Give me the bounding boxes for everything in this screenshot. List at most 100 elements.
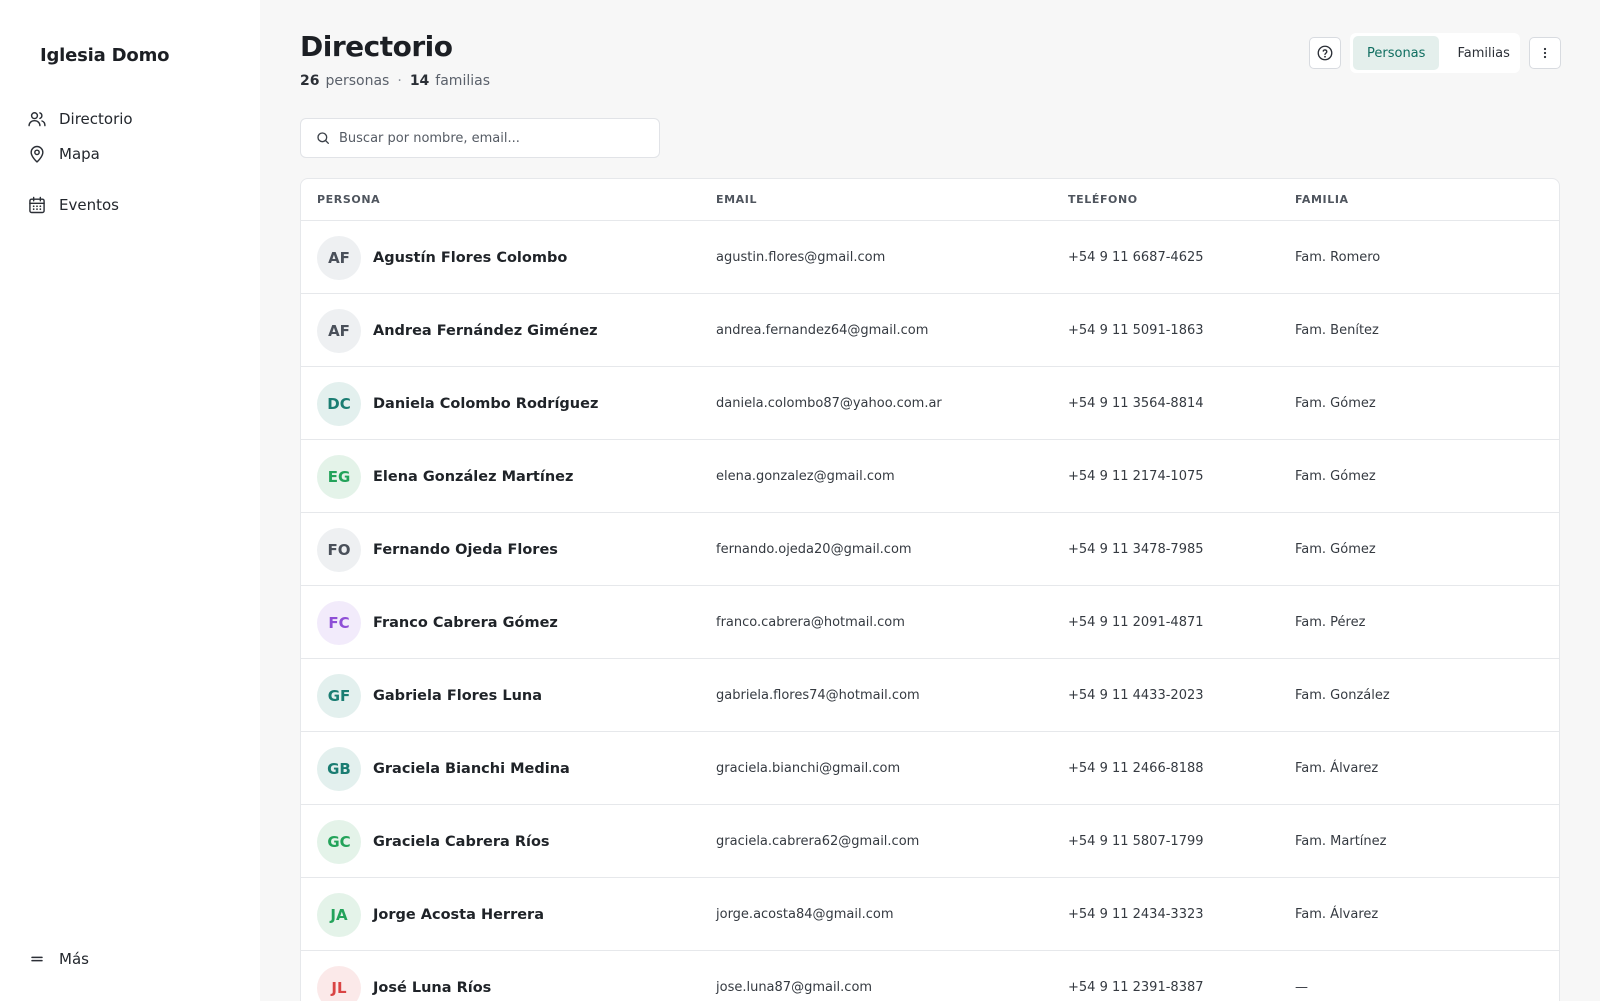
people-label: personas xyxy=(325,73,390,89)
column-header-familia: FAMILIA xyxy=(1295,193,1349,206)
summary-separator: · xyxy=(397,73,402,89)
avatar: EG xyxy=(317,455,361,499)
sidebar-item-mas[interactable]: Más xyxy=(27,946,89,972)
sidebar-item-mapa[interactable]: Mapa xyxy=(27,141,100,167)
person-email: daniela.colombo87@yahoo.com.ar xyxy=(716,396,942,411)
person-family: Fam. González xyxy=(1295,688,1390,703)
person-name: Fernando Ojeda Flores xyxy=(373,541,558,558)
more-vertical-icon xyxy=(1543,47,1547,59)
avatar: FC xyxy=(317,601,361,645)
table-body: AF Agustín Flores Colombo agustin.flores@g… xyxy=(301,221,1559,1001)
calendar-icon xyxy=(29,196,45,214)
person-family: Fam. Martínez xyxy=(1295,834,1387,849)
person-name: José Luna Ríos xyxy=(373,979,492,996)
person-email: jorge.acosta84@gmail.com xyxy=(716,907,894,922)
page-title: Directorio xyxy=(300,30,453,63)
person-family: — xyxy=(1295,980,1308,995)
table-row[interactable]: AF Andrea Fernández Giménez andrea.fernand… xyxy=(301,294,1559,367)
person-phone: +54 9 11 5091-1863 xyxy=(1068,323,1204,338)
person-email: fernando.ojeda20@gmail.com xyxy=(716,542,912,557)
person-name: Elena González Martínez xyxy=(373,468,574,485)
person-phone: +54 9 11 4433-2023 xyxy=(1068,688,1204,703)
toggle-personas[interactable]: Personas xyxy=(1353,36,1440,70)
help-button[interactable] xyxy=(1309,37,1341,69)
person-name: Franco Cabrera Gómez xyxy=(373,614,558,631)
main-content: Directorio 26 personas · 14 familias Per… xyxy=(260,0,1600,1001)
person-email: jose.luna87@gmail.com xyxy=(716,980,873,995)
menu-lines-icon xyxy=(31,956,43,962)
column-header-persona: PERSONA xyxy=(317,193,381,206)
sidebar-item-eventos[interactable]: Eventos xyxy=(27,192,119,218)
sidebar-item-directorio[interactable]: Directorio xyxy=(27,106,133,132)
avatar: AF xyxy=(317,236,361,280)
person-email: elena.gonzalez@gmail.com xyxy=(716,469,895,484)
person-phone: +54 9 11 5807-1799 xyxy=(1068,834,1204,849)
users-icon xyxy=(28,112,46,127)
avatar: DC xyxy=(317,382,361,426)
table-row[interactable]: DC Daniela Colombo Rodríguez daniela.colom… xyxy=(301,367,1559,440)
person-family: Fam. Benítez xyxy=(1295,323,1379,338)
person-name: Gabriela Flores Luna xyxy=(373,687,542,704)
person-email: graciela.bianchi@gmail.com xyxy=(716,761,901,776)
column-header-telefono: TELÉFONO xyxy=(1068,193,1138,206)
person-phone: +54 9 11 2174-1075 xyxy=(1068,469,1204,484)
help-circle-icon xyxy=(1317,45,1333,61)
avatar: FO xyxy=(317,528,361,572)
sidebar-item-label: Más xyxy=(59,950,89,968)
table-row[interactable]: JL José Luna Ríos jose.luna87@gmail.com +54… xyxy=(301,951,1559,1001)
avatar: AF xyxy=(317,309,361,353)
search-input[interactable] xyxy=(339,130,649,146)
avatar: GC xyxy=(317,820,361,864)
person-email: gabriela.flores74@hotmail.com xyxy=(716,688,920,703)
sidebar-item-label: Directorio xyxy=(59,110,133,128)
search-box xyxy=(300,118,660,158)
map-pin-icon xyxy=(30,145,44,163)
person-email: graciela.cabrera62@gmail.com xyxy=(716,834,920,849)
table-row[interactable]: GB Graciela Bianchi Medina graciela.bianch… xyxy=(301,732,1559,805)
person-name: Agustín Flores Colombo xyxy=(373,249,568,266)
table-row[interactable]: FO Fernando Ojeda Flores fernando.ojeda20@… xyxy=(301,513,1559,586)
person-family: Fam. Gómez xyxy=(1295,469,1376,484)
sidebar-item-label: Mapa xyxy=(59,145,100,163)
more-options-button[interactable] xyxy=(1529,37,1561,69)
person-email: agustin.flores@gmail.com xyxy=(716,250,886,265)
person-family: Fam. Álvarez xyxy=(1295,907,1379,922)
person-email: franco.cabrera@hotmail.com xyxy=(716,615,905,630)
person-phone: +54 9 11 3478-7985 xyxy=(1068,542,1204,557)
person-name: Andrea Fernández Giménez xyxy=(373,322,598,339)
table-row[interactable]: GC Graciela Cabrera Ríos graciela.cabrera6… xyxy=(301,805,1559,878)
avatar: GB xyxy=(317,747,361,791)
person-family: Fam. Álvarez xyxy=(1295,761,1379,776)
person-name: Graciela Bianchi Medina xyxy=(373,760,570,777)
person-phone: +54 9 11 3564-8814 xyxy=(1068,396,1204,411)
person-name: Jorge Acosta Herrera xyxy=(373,906,544,923)
families-label: familias xyxy=(435,73,490,89)
avatar: GF xyxy=(317,674,361,718)
sidebar: Iglesia Domo Directorio Mapa Eventos Más xyxy=(0,0,260,1001)
person-family: Fam. Romero xyxy=(1295,250,1381,265)
table-row[interactable]: FC Franco Cabrera Gómez franco.cabrera@hot… xyxy=(301,586,1559,659)
search-icon xyxy=(317,132,329,144)
person-phone: +54 9 11 2391-8387 xyxy=(1068,980,1204,995)
people-count: 26 xyxy=(300,73,320,89)
person-family: Fam. Gómez xyxy=(1295,396,1376,411)
toggle-familias[interactable]: Familias xyxy=(1443,36,1524,70)
person-email: andrea.fernandez64@gmail.com xyxy=(716,323,929,338)
person-family: Fam. Pérez xyxy=(1295,615,1366,630)
sidebar-item-label: Eventos xyxy=(59,196,119,214)
brand-name: Iglesia Domo xyxy=(40,45,170,66)
column-header-email: EMAIL xyxy=(716,193,758,206)
table-header: PERSONA EMAIL TELÉFONO FAMILIA xyxy=(301,179,1559,221)
person-name: Graciela Cabrera Ríos xyxy=(373,833,550,850)
person-phone: +54 9 11 2434-3323 xyxy=(1068,907,1204,922)
person-family: Fam. Gómez xyxy=(1295,542,1376,557)
table-row[interactable]: GF Gabriela Flores Luna gabriela.flores74@… xyxy=(301,659,1559,732)
table-row[interactable]: JA Jorge Acosta Herrera jorge.acosta84@gma… xyxy=(301,878,1559,951)
person-phone: +54 9 11 2466-8188 xyxy=(1068,761,1204,776)
person-name: Daniela Colombo Rodríguez xyxy=(373,395,599,412)
table-row[interactable]: AF Agustín Flores Colombo agustin.flores@g… xyxy=(301,221,1559,294)
directory-table: PERSONA EMAIL TELÉFONO FAMILIA AF Agustín… xyxy=(300,178,1560,1001)
person-phone: +54 9 11 2091-4871 xyxy=(1068,615,1204,630)
table-row[interactable]: EG Elena González Martínez elena.gonzalez@… xyxy=(301,440,1559,513)
avatar: JL xyxy=(317,966,361,1001)
